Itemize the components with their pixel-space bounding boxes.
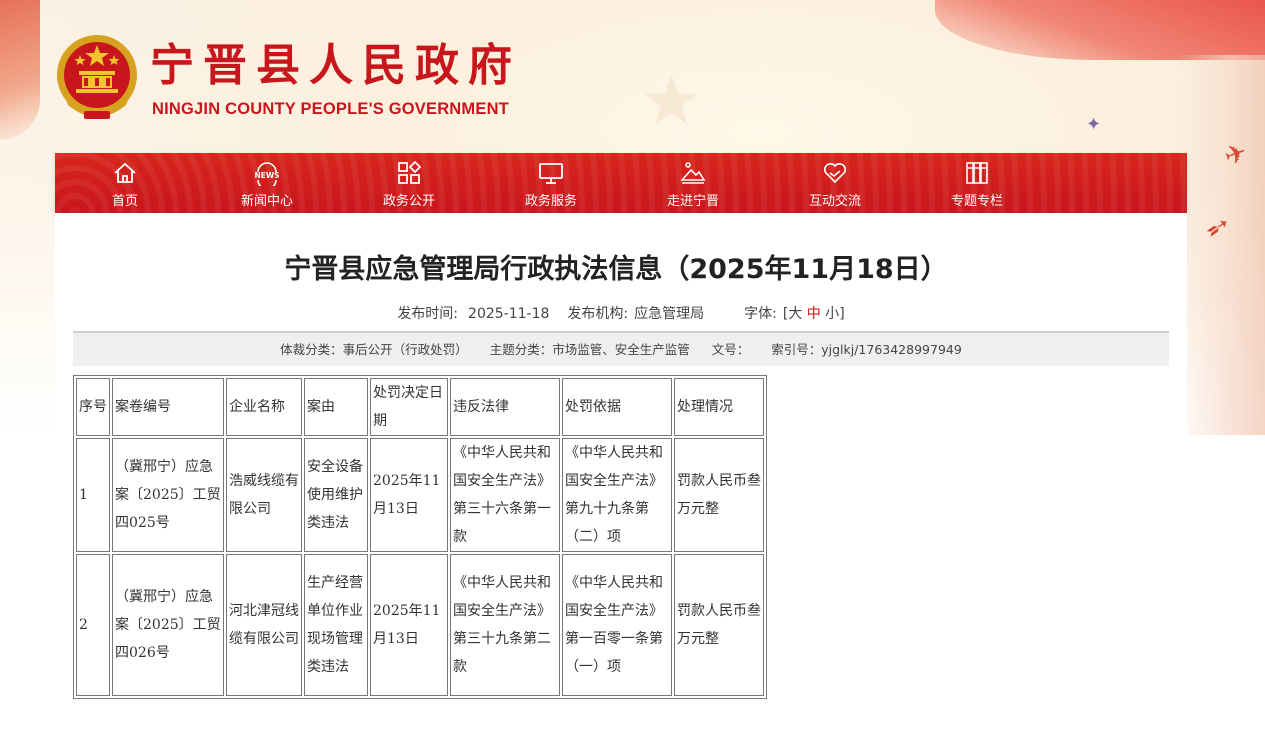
mountain-icon [680, 162, 706, 184]
publisher: 应急管理局 [634, 306, 705, 322]
table-row: 1 （冀邢宁）应急案〔2025〕工贸四025号 浩威线缆有限公司 安全设备使用维… [76, 438, 764, 552]
font-size-bracket-close: ] [839, 306, 845, 322]
site-subtitle: NINGJIN COUNTY PEOPLE'S GOVERNMENT [152, 100, 509, 118]
table-header-cell: 处罚决定日期 [370, 378, 448, 436]
table-cell: （冀邢宁）应急案〔2025〕工贸四025号 [112, 438, 224, 552]
table-cell: 《中华人民共和国安全生产法》第一百零一条第（一）项 [562, 554, 672, 696]
table-cell: 生产经营单位作业现场管理类违法 [304, 554, 368, 696]
table-header-cell: 处理情况 [674, 378, 764, 436]
table-cell: 浩威线缆有限公司 [226, 438, 302, 552]
nav-item-label: 新闻中心 [240, 194, 293, 209]
ribbon-decoration-left [0, 0, 40, 140]
nav-item-label: 走进宁晋 [666, 194, 719, 209]
nav-item-interaction[interactable]: 互动交流 [765, 153, 905, 213]
nav-item-news[interactable]: NEWS 新闻中心 [197, 153, 337, 213]
grid-icon [398, 160, 422, 184]
table-cell: 2025年11月13日 [370, 438, 448, 552]
topic-classification: 主题分类：市场监管、安全生产监管 [489, 342, 690, 357]
publisher-label: 发布机构: [567, 306, 629, 322]
font-size-label: 字体: [744, 306, 777, 322]
index-number: 索引号：yjglkj/1763428997949 [771, 342, 962, 357]
table-header-cell: 案由 [304, 378, 368, 436]
star-watermark-icon: ★ [640, 60, 703, 142]
national-emblem-icon [57, 35, 137, 119]
document-info-bar: 体裁分类：事后公开（行政处罚） 主题分类：市场监管、安全生产监管 文号： 索引号：yj… [73, 333, 1169, 366]
nav-item-government-affairs[interactable]: 政务公开 [339, 153, 479, 213]
table-cell: 《中华人民共和国安全生产法》第三十九条第二款 [450, 554, 560, 696]
table-header-cell: 违反法律 [450, 378, 560, 436]
table-cell: 安全设备使用维护类违法 [304, 438, 368, 552]
table-header-cell: 处罚依据 [562, 378, 672, 436]
nav-item-label: 专题专栏 [950, 194, 1003, 209]
svg-text:NEWS: NEWS [254, 171, 279, 180]
table-header-row: 序号 案卷编号 企业名称 案由 处罚决定日期 违反法律 处罚依据 处理情况 [76, 378, 764, 436]
genre-classification: 体裁分类：事后公开（行政处罚） [280, 342, 468, 357]
publish-time: 2025-11-18 [468, 306, 550, 322]
nav-item-special-topics[interactable]: 专题专栏 [907, 153, 1047, 213]
nav-item-government-services[interactable]: 政务服务 [481, 153, 621, 213]
nav-item-label: 首页 [111, 194, 138, 209]
table-header-cell: 企业名称 [226, 378, 302, 436]
table-cell: 罚款人民币叁万元整 [674, 438, 764, 552]
nav-item-label: 政务服务 [524, 194, 577, 209]
site-title: 宁晋县人民政府 [150, 40, 521, 91]
publish-time-label: 发布时间: [397, 306, 459, 322]
monitor-icon [539, 163, 563, 184]
font-size-large[interactable]: 大 [788, 306, 802, 322]
table-cell: （冀邢宁）应急案〔2025〕工贸四026号 [112, 554, 224, 696]
table-header-cell: 案卷编号 [112, 378, 224, 436]
table-cell: 1 [76, 438, 110, 552]
table-cell: 2025年11月13日 [370, 554, 448, 696]
news-icon: NEWS [254, 162, 280, 186]
article-meta: 发布时间: 2025-11-18 发布机构: 应急管理局 字体: [大 中 小] [55, 303, 1187, 323]
nav-item-about-ningjin[interactable]: 走进宁晋 [623, 153, 763, 213]
table-header-cell: 序号 [76, 378, 110, 436]
nav-item-home[interactable]: 首页 [55, 153, 195, 213]
main-nav: 首页 NEWS 新闻中心 政务公开 政务服务 走进宁晋 互动交流 专题专栏 [55, 153, 1187, 213]
handshake-icon [824, 163, 846, 184]
table-cell: 河北津冠线缆有限公司 [226, 554, 302, 696]
font-size-medium[interactable]: 中 [807, 306, 821, 322]
table-cell: 2 [76, 554, 110, 696]
enforcement-table: 序号 案卷编号 企业名称 案由 处罚决定日期 违反法律 处罚依据 处理情况 1 … [73, 375, 767, 699]
table-cell: 《中华人民共和国安全生产法》第九十九条第（二）项 [562, 438, 672, 552]
table-cell: 罚款人民币叁万元整 [674, 554, 764, 696]
document-number: 文号： [711, 342, 750, 357]
dove-icon: ✦ [1086, 114, 1102, 135]
table-row: 2 （冀邢宁）应急案〔2025〕工贸四026号 河北津冠线缆有限公司 生产经营单… [76, 554, 764, 696]
home-icon [114, 162, 136, 183]
table-cell: 《中华人民共和国安全生产法》第三十六条第一款 [450, 438, 560, 552]
nav-item-label: 互动交流 [808, 194, 861, 209]
article-title: 宁晋县应急管理局行政执法信息（2025年11月18日） [284, 254, 948, 285]
font-size-small[interactable]: 小 [825, 306, 839, 322]
nav-item-label: 政务公开 [382, 194, 435, 209]
books-icon [966, 162, 988, 184]
